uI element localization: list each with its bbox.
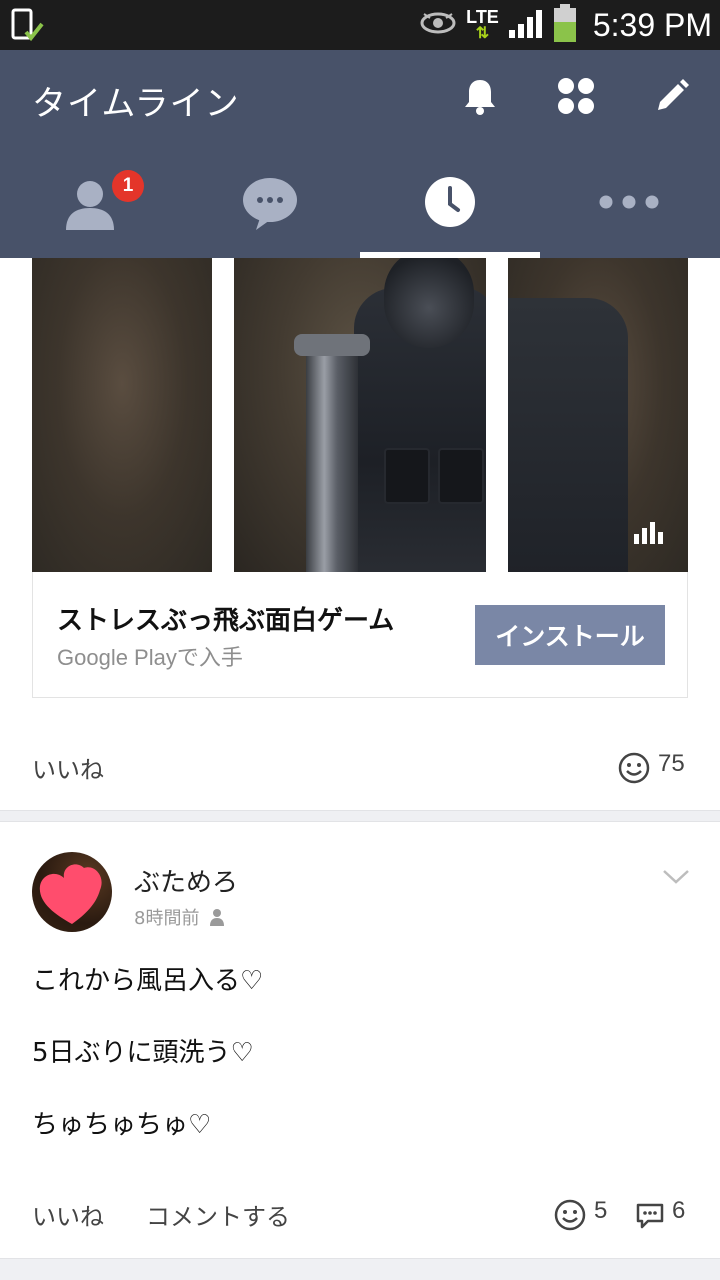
feed-divider <box>0 1258 720 1280</box>
reaction-count: 5 <box>594 1197 608 1224</box>
tab-chats[interactable] <box>180 150 360 258</box>
battery-icon <box>553 4 577 46</box>
ad-card[interactable]: ストレスぶっ飛ぶ面白ゲーム Google Playで入手 インストール <box>32 572 688 698</box>
post-text-line: ちゅちゅちゅ♡ <box>32 1110 212 1140</box>
apps-grid-icon[interactable] <box>556 76 596 116</box>
ad-image-center <box>234 258 486 572</box>
ad-subtitle: Google Playで入手 <box>57 645 243 670</box>
bell-icon[interactable] <box>460 76 500 116</box>
post-text-line: これから風呂入る♡ <box>32 966 264 996</box>
clock-icon <box>424 176 476 232</box>
post-timestamp: 8時間前 <box>134 904 225 931</box>
app-header: タイムライン 1 <box>0 50 720 258</box>
clock: 5:39 PM <box>592 6 712 43</box>
ad-actions-row: いいね 75 <box>0 720 720 810</box>
comment-bubble-icon[interactable] <box>634 1199 666 1235</box>
smiley-icon[interactable] <box>618 752 650 788</box>
tab-friends[interactable]: 1 <box>0 150 180 258</box>
like-button[interactable]: いいね <box>32 1197 104 1232</box>
ad-title: ストレスぶっ飛ぶ面白ゲーム <box>57 606 395 636</box>
compose-pencil-icon[interactable] <box>652 76 692 116</box>
tab-more[interactable] <box>540 150 720 258</box>
ad-image-right <box>508 258 688 572</box>
eye-icon <box>420 11 456 39</box>
timeline-post[interactable]: ぶためろ 8時間前 これから風呂入る♡ 5日ぶりに頭洗う♡ ちゅちゅちゅ♡ いい… <box>0 822 720 1258</box>
post-author-name[interactable]: ぶためろ <box>134 862 238 899</box>
more-dots-icon <box>598 194 660 214</box>
comment-button[interactable]: コメントする <box>146 1197 290 1232</box>
network-indicator: LTE ⇅ <box>466 7 499 42</box>
page-title: タイムライン <box>32 84 240 124</box>
device-check-icon <box>10 8 46 46</box>
reaction-count: 75 <box>658 750 685 777</box>
like-button[interactable]: いいね <box>32 750 104 785</box>
ad-image-left <box>32 258 212 572</box>
friends-visibility-icon <box>209 908 225 931</box>
install-button[interactable]: インストール <box>475 605 665 665</box>
post-actions-row: いいね コメントする 5 6 <box>0 1177 720 1257</box>
notification-badge: 1 <box>112 170 144 202</box>
feed-divider <box>0 810 720 822</box>
bar-chart-icon <box>634 522 664 548</box>
avatar[interactable] <box>32 852 112 932</box>
tab-timeline[interactable] <box>360 150 540 258</box>
tab-bar: 1 <box>0 150 720 258</box>
timeline-feed[interactable]: ストレスぶっ飛ぶ面白ゲーム Google Playで入手 インストール いいね … <box>0 258 720 1280</box>
status-bar: LTE ⇅ 5:39 PM <box>0 0 720 50</box>
ad-image-carousel[interactable] <box>32 258 688 572</box>
chat-bubble-icon <box>242 176 298 234</box>
chevron-down-icon[interactable] <box>662 868 690 890</box>
post-text-line: 5日ぶりに頭洗う♡ <box>32 1038 254 1068</box>
person-icon <box>62 176 118 236</box>
smiley-icon[interactable] <box>554 1199 586 1235</box>
signal-icon <box>508 8 543 42</box>
comment-count: 6 <box>672 1197 686 1224</box>
